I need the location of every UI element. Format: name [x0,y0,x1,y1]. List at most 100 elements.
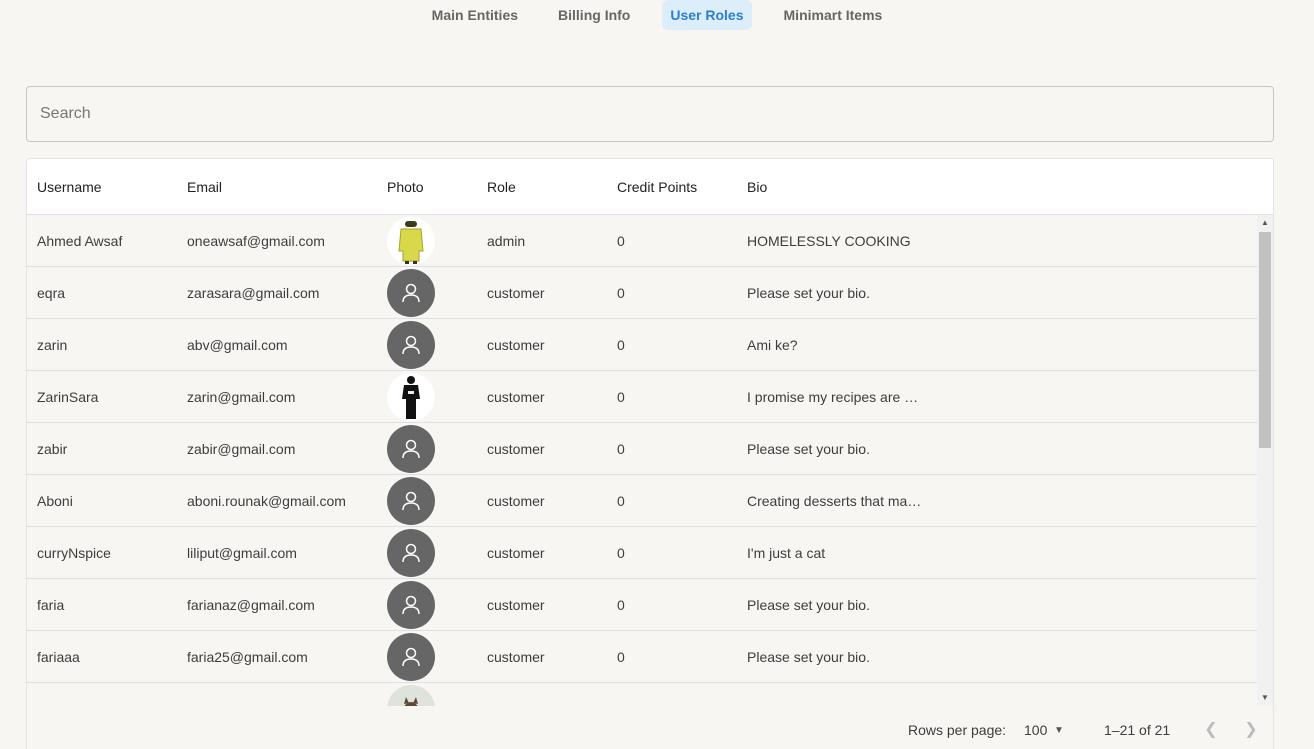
person-photo-icon [398,221,424,264]
default-avatar [387,529,435,577]
scroll-down-arrow-icon[interactable]: ▼ [1257,690,1273,706]
cell-email: abv@gmail.com [187,337,288,353]
cell-bio: Creating desserts that ma… [747,493,922,509]
tab-main-entities[interactable]: Main Entities [424,0,526,30]
chevron-left-icon[interactable]: ❮ [1199,718,1223,742]
search-input[interactable] [26,86,1274,142]
user-outline-icon [402,595,420,615]
scroll-up-arrow-icon[interactable]: ▲ [1257,215,1273,231]
cell-bio: Please set your bio. [747,649,870,665]
tab-bar: Main Entities Billing Info User Roles Mi… [0,0,1314,30]
column-header-credit-points[interactable]: Credit Points [617,159,697,215]
cell-username: curryNspice [37,545,111,561]
user-roles-table: Username Email Photo Role Credit Points … [26,158,1274,749]
cell-role: customer [487,649,545,665]
cell-credit-points: 0 [617,233,625,249]
chevron-right-icon[interactable]: ❯ [1239,718,1263,742]
cell-bio: HOMELESSLY COOKING [747,233,911,249]
cell-credit-points: 0 [617,389,625,405]
cell-username: fariaaa [37,649,80,665]
cell-email: farianaz@gmail.com [187,597,315,613]
cell-role: customer [487,389,545,405]
cell-bio: Please set your bio. [747,441,870,457]
cell-credit-points: 0 [617,441,625,457]
table-row[interactable]: zabir zabir@gmail.com customer 0 Please … [27,423,1257,475]
cell-role: customer [487,337,545,353]
cell-email: aboni.rounak@gmail.com [187,493,346,509]
user-photo-black [387,373,435,421]
cell-bio: I promise my recipes are … [747,389,919,405]
person-photo-icon [402,376,420,419]
cell-username: ZarinSara [37,389,99,405]
cell-email: zarasara@gmail.com [187,285,320,301]
cell-username: zarin [37,337,68,353]
cell-role: admin [487,233,526,249]
user-outline-icon [402,283,420,303]
user-outline-icon [402,439,420,459]
caret-down-icon[interactable]: ▼ [1054,722,1064,740]
cell-credit-points: 0 [617,493,625,509]
table-row[interactable]: fariaaa faria25@gmail.com customer 0 Ple… [27,631,1257,683]
default-avatar [387,425,435,473]
cell-credit-points: 0 [617,545,625,561]
table-pagination: Rows per page: 100 ▼ 1–21 of 21 ❮ ❯ [27,706,1273,749]
table-row[interactable]: eqra zarasara@gmail.com customer 0 Pleas… [27,267,1257,319]
cell-credit-points: 0 [617,597,625,613]
cell-role: customer [487,545,545,561]
user-outline-icon [402,543,420,563]
column-header-username[interactable]: Username [37,159,102,215]
scrollbar-thumb[interactable] [1259,232,1271,448]
tab-billing-info[interactable]: Billing Info [550,0,638,30]
user-photo-cat [387,685,435,706]
cell-role: customer [487,493,545,509]
user-outline-icon [402,647,420,667]
rows-per-page-label: Rows per page: [908,722,1007,738]
vertical-scrollbar[interactable]: ▲ ▼ [1257,215,1273,706]
column-header-bio[interactable]: Bio [747,159,767,215]
column-header-photo[interactable]: Photo [387,159,424,215]
cell-username: eqra [37,285,66,301]
table-row[interactable]: zarin abv@gmail.com customer 0 Ami ke? [27,319,1257,371]
table-row[interactable]: Ahmed Awsaf oneawsaf@gmail.com admin 0 H… [27,215,1257,267]
user-outline-icon [402,491,420,511]
table-body: Ahmed Awsaf oneawsaf@gmail.com admin 0 H… [27,215,1257,706]
table-row[interactable]: faria farianaz@gmail.com customer 0 Plea… [27,579,1257,631]
cell-email: oneawsaf@gmail.com [187,233,325,249]
cell-credit-points: 0 [617,337,625,353]
cell-bio: Ami ke? [747,337,798,353]
rows-per-page-select[interactable]: 100 [1024,722,1047,738]
default-avatar [387,321,435,369]
column-header-email[interactable]: Email [187,159,222,215]
table-row[interactable]: ZarinSara zarin@gmail.com customer 0 I p… [27,371,1257,423]
cell-credit-points: 0 [617,649,625,665]
cell-username: faria [37,597,65,613]
user-photo-yellow [387,217,435,265]
default-avatar [387,633,435,681]
cell-username: Aboni [37,493,73,509]
tab-minimart-items[interactable]: Minimart Items [776,0,891,30]
default-avatar [387,477,435,525]
cell-bio: Please set your bio. [747,597,870,613]
default-avatar [387,581,435,629]
tab-user-roles[interactable]: User Roles [662,0,752,30]
cell-email: zarin@gmail.com [187,389,296,405]
table-row[interactable]: curryNspice liliput@gmail.com customer 0… [27,527,1257,579]
column-header-role[interactable]: Role [487,159,516,215]
table-row[interactable] [27,683,1257,706]
pagination-range: 1–21 of 21 [1104,722,1171,738]
cat-photo-icon [404,697,418,706]
cell-bio: I'm just a cat [747,545,826,561]
table-header: Username Email Photo Role Credit Points … [27,159,1273,215]
cell-role: customer [487,597,545,613]
table-row[interactable]: Aboni aboni.rounak@gmail.com customer 0 … [27,475,1257,527]
user-outline-icon [402,335,420,355]
default-avatar [387,269,435,317]
cell-role: customer [487,441,545,457]
cell-email: faria25@gmail.com [187,649,308,665]
cell-username: zabir [37,441,68,457]
cell-email: liliput@gmail.com [187,545,297,561]
cell-bio: Please set your bio. [747,285,870,301]
cell-credit-points: 0 [617,285,625,301]
cell-role: customer [487,285,545,301]
cell-username: Ahmed Awsaf [37,233,123,249]
